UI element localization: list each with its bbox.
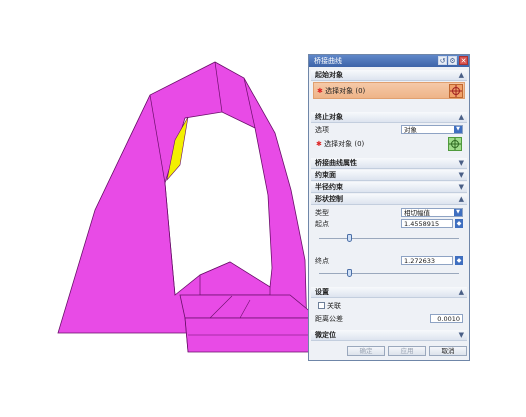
start-select-object-label: ✱ 选择对象 (0) — [317, 86, 365, 96]
spinner-icon[interactable]: ◆ — [455, 256, 463, 265]
crosshair-select-icon[interactable] — [449, 84, 463, 98]
type-label: 类型 — [315, 209, 329, 217]
chevron-down-icon[interactable]: ▼ — [459, 182, 464, 192]
surface-model[interactable] — [57, 61, 320, 353]
start-select-object-row[interactable]: ✱ 选择对象 (0) — [313, 82, 465, 99]
chevron-down-icon[interactable]: ▼ — [459, 330, 464, 340]
section-label: 设置 — [315, 288, 329, 296]
dialog-title: 桥接曲线 — [314, 57, 342, 65]
distance-tolerance-input[interactable]: 0.0010 — [430, 314, 463, 323]
section-label: 形状控制 — [315, 195, 343, 203]
end-select-object-label: ✱ 选择对象 (0) — [316, 139, 364, 149]
end-option-label: 选项 — [315, 126, 329, 134]
associative-label: 关联 — [327, 302, 341, 310]
chevron-up-icon[interactable]: ▲ — [459, 194, 464, 204]
end-slider-track[interactable] — [319, 273, 459, 274]
chevron-down-icon[interactable]: ▼ — [459, 158, 464, 168]
chevron-up-icon[interactable]: ▲ — [459, 112, 464, 122]
reset-icon[interactable]: ↺ — [438, 56, 447, 65]
end-select-object-row[interactable]: ✱ 选择对象 (0) — [313, 136, 465, 153]
section-label: 起始对象 — [315, 71, 343, 79]
end-option-select[interactable]: 对象 ▼ — [401, 125, 463, 134]
required-star-icon: ✱ — [317, 87, 323, 95]
settings-icon[interactable]: ⚙ — [448, 56, 457, 65]
apply-button[interactable]: 应用 — [388, 346, 426, 356]
section-label: 约束面 — [315, 171, 336, 179]
section-label: 桥接曲线属性 — [315, 159, 357, 167]
start-point-label: 起点 — [315, 220, 329, 228]
section-end-object[interactable]: 终止对象 ▲ — [311, 112, 467, 123]
bridge-curve-dialog: 桥接曲线 ↺ ⚙ ✕ 起始对象 ▲ ✱ 选择对象 (0) 终止对象 ▲ 选项 对… — [308, 54, 470, 361]
start-slider-thumb[interactable] — [347, 234, 352, 242]
dialog-titlebar[interactable]: 桥接曲线 ↺ ⚙ ✕ — [309, 55, 469, 67]
section-constraint-face[interactable]: 约束面 ▼ — [311, 170, 467, 181]
end-point-label: 终点 — [315, 257, 329, 265]
end-select-object-text: 选择对象 (0) — [324, 140, 365, 148]
section-label: 终止对象 — [315, 113, 343, 121]
type-value: 相切幅值 — [404, 209, 430, 217]
ok-button[interactable]: 确定 — [347, 346, 385, 356]
start-point-input[interactable]: 1.4558915 — [401, 219, 453, 228]
start-slider-track[interactable] — [319, 238, 459, 239]
section-start-object[interactable]: 起始对象 ▲ — [311, 70, 467, 81]
required-star-icon: ✱ — [316, 140, 322, 148]
dropdown-arrow-icon[interactable]: ▼ — [454, 126, 462, 133]
section-shape-control[interactable]: 形状控制 ▲ — [311, 194, 467, 205]
end-slider-thumb[interactable] — [347, 269, 352, 277]
start-select-object-text: 选择对象 (0) — [325, 87, 366, 95]
chevron-up-icon[interactable]: ▲ — [459, 70, 464, 80]
chevron-down-icon[interactable]: ▼ — [459, 170, 464, 180]
crosshair-select-icon[interactable] — [448, 137, 462, 151]
associative-checkbox[interactable] — [318, 302, 325, 309]
section-radius-constraint[interactable]: 半径约束 ▼ — [311, 182, 467, 193]
distance-tolerance-label: 距离公差 — [315, 315, 343, 323]
section-bridge-curve-properties[interactable]: 桥接曲线属性 ▼ — [311, 158, 467, 169]
spinner-icon[interactable]: ◆ — [455, 219, 463, 228]
close-icon[interactable]: ✕ — [459, 56, 468, 65]
type-select[interactable]: 相切幅值 ▼ — [401, 208, 463, 217]
section-label: 微定位 — [315, 331, 336, 339]
cancel-button[interactable]: 取消 — [429, 346, 467, 356]
end-option-value: 对象 — [404, 126, 417, 134]
end-point-input[interactable]: 1.272633 — [401, 256, 453, 265]
section-fine-tune[interactable]: 微定位 ▼ — [311, 330, 467, 341]
chevron-up-icon[interactable]: ▲ — [459, 287, 464, 297]
dropdown-arrow-icon[interactable]: ▼ — [454, 209, 462, 216]
section-label: 半径约束 — [315, 183, 343, 191]
section-settings[interactable]: 设置 ▲ — [311, 287, 467, 298]
